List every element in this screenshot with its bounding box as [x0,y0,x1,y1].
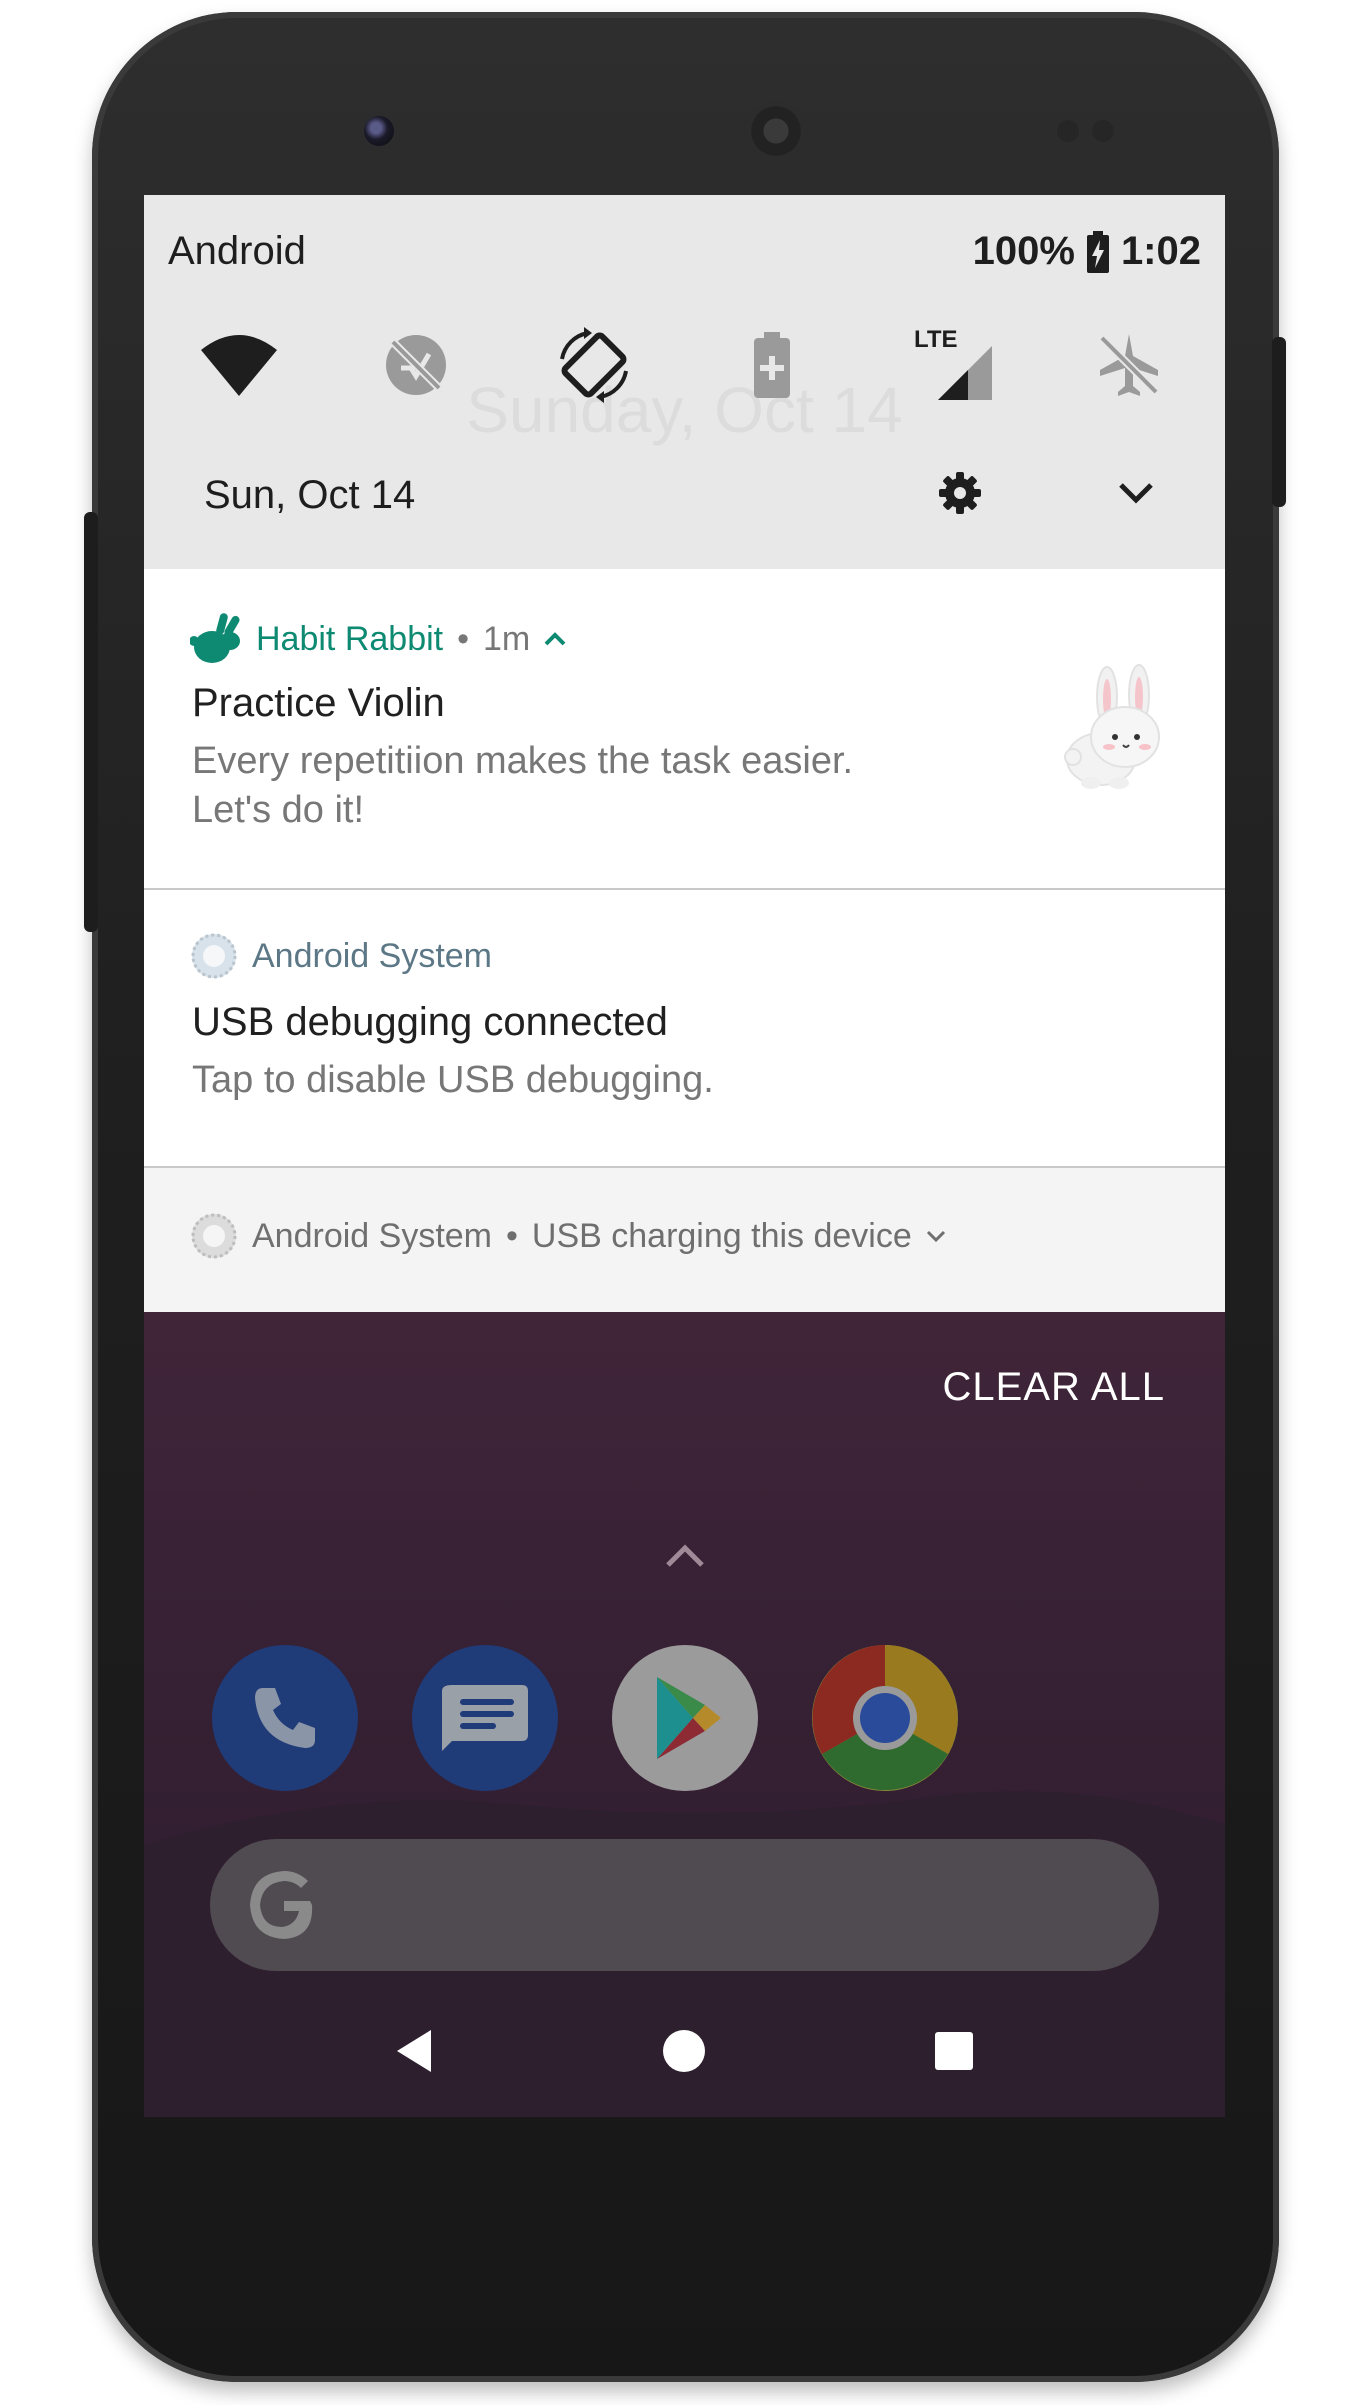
recents-button[interactable] [924,2021,984,2081]
google-g-icon [250,1871,313,1939]
recents-square-icon [935,2032,973,2070]
navigation-bar [144,1985,1225,2117]
status-bar-right: 100% 1:02 [973,229,1201,274]
messages-app-icon[interactable] [412,1645,558,1791]
light-sensor [1092,120,1114,142]
proximity-sensor [1057,120,1079,142]
location-off-icon [386,335,446,395]
home-circle-icon [663,2030,705,2072]
separator-dot: • [506,1216,518,1255]
notification-text-line-1: Every repetitiion makes the task easier. [192,740,854,782]
mobile-data-tile[interactable]: LTE [904,315,1004,415]
front-camera [364,116,394,146]
earpiece-speaker [747,102,805,160]
screen: Android 100% 1:02 Sunday, Oct 14 LTE Sun… [144,195,1225,2117]
notification-header: Android System [190,932,492,980]
power-button [1272,337,1286,507]
battery-saver-icon [754,332,790,398]
chevron-down-icon[interactable] [926,1229,946,1243]
auto-rotate-icon [560,327,628,403]
google-search-bar[interactable] [210,1839,1159,1971]
clock: 1:02 [1120,229,1201,273]
play-store-icon [657,1677,721,1759]
quick-settings-panel: Android 100% 1:02 Sunday, Oct 14 LTE Sun… [144,195,1225,569]
location-tile[interactable] [366,315,466,415]
carrier-label: Android [168,229,306,273]
notification-title: Practice Violin [192,681,445,725]
notification-usb-charging[interactable]: Android System • USB charging this devic… [144,1168,1225,1312]
app-drawer-chevron-icon[interactable] [660,1535,710,1575]
android-system-icon [191,933,237,979]
chrome-icon [812,1645,958,1791]
notification-usb-debugging[interactable]: Android System USB debugging connected T… [144,890,1225,1168]
airplane-mode-icon [1099,334,1159,396]
back-button[interactable] [384,2021,444,2081]
battery-charging-icon [1086,230,1109,273]
battery-percent: 100% [972,229,1075,273]
back-triangle-icon [397,2030,431,2072]
signal-icon [938,346,992,400]
notification-title: USB debugging connected [192,1000,668,1044]
android-system-icon [191,1213,237,1259]
airplane-mode-tile[interactable] [1079,315,1179,415]
notification-header: Android System • USB charging this devic… [190,1212,946,1260]
bunny-image [1064,664,1160,789]
notification-text-line-2: Let's do it! [192,789,365,831]
notification-text: Tap to disable USB debugging. [192,1059,714,1101]
rabbit-app-icon [190,613,240,663]
message-bubble-icon [442,1685,528,1751]
notification-header: Habit Rabbit • 1m [190,611,566,667]
battery-saver-tile[interactable] [722,315,822,415]
chrome-app-icon[interactable] [812,1645,958,1791]
qs-date: Sun, Oct 14 [204,473,416,517]
chevron-up-icon[interactable] [544,632,566,646]
separator-dot: • [457,619,470,658]
notification-summary: USB charging this device [531,1216,912,1255]
app-name: Android System [252,936,492,975]
play-store-app-icon[interactable] [612,1645,758,1791]
volume-button [84,512,98,932]
auto-rotate-tile[interactable] [544,315,644,415]
mobile-data-icon: LTE [914,326,994,400]
phone-handset-icon [255,1688,315,1748]
clear-all-button[interactable]: CLEAR ALL [943,1365,1165,1410]
notification-habit-rabbit[interactable]: Habit Rabbit • 1m Practice Violin Every … [144,569,1225,890]
phone-app-icon[interactable] [212,1645,358,1791]
home-button[interactable] [654,2021,714,2081]
expand-quick-settings-button[interactable] [1100,457,1172,529]
wifi-tile[interactable] [189,315,289,415]
app-name: Habit Rabbit [256,619,444,658]
app-name: Android System [252,1216,492,1255]
notification-time: 1m [483,619,531,658]
gear-icon [939,472,981,514]
settings-button[interactable] [924,457,996,529]
quick-settings-tiles: LTE [144,315,1225,415]
chevron-down-icon [1119,483,1153,504]
wifi-icon [201,335,277,396]
